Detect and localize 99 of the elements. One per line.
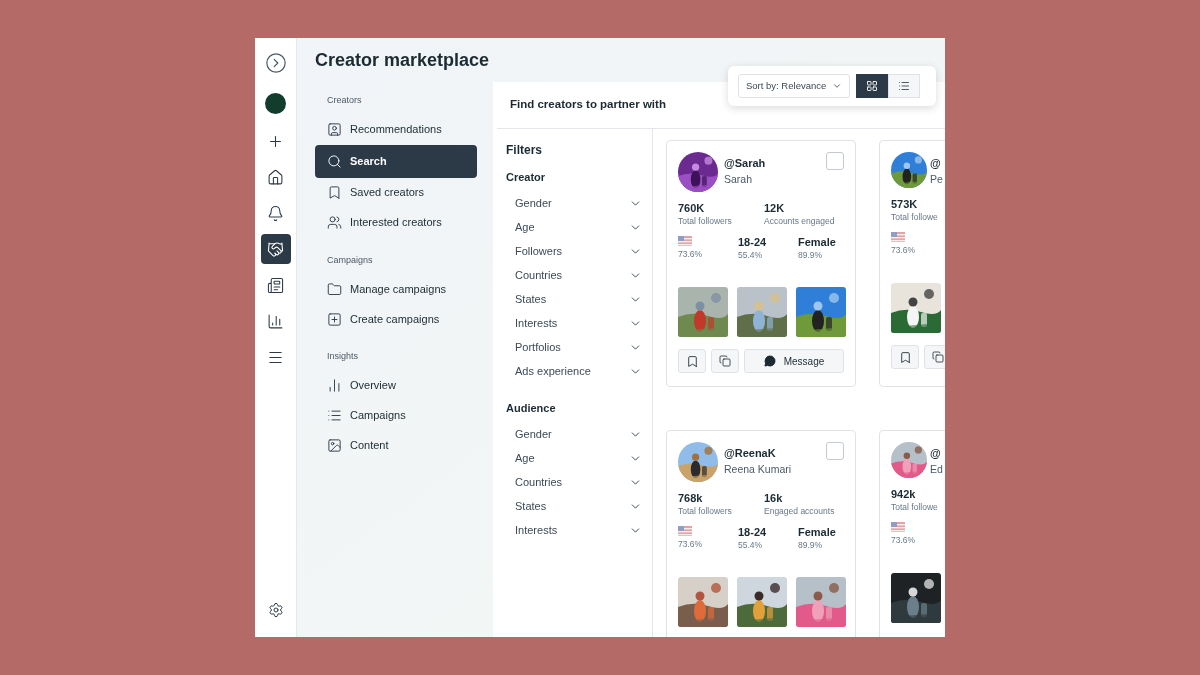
nav-section-heading: Campaigns — [326, 253, 374, 267]
nav-item[interactable]: Create campaigns — [315, 304, 477, 334]
chat-bubble-icon — [763, 355, 776, 368]
nav-section-heading: Insights — [326, 350, 360, 363]
nav-item[interactable]: Recommendations — [315, 114, 477, 145]
copy-icon — [719, 355, 731, 368]
nav-item[interactable]: Campaigns — [315, 400, 477, 431]
filter-dropdown[interactable]: Age — [506, 446, 642, 470]
filter-dropdown[interactable]: Interests — [506, 518, 642, 542]
flag-icon — [678, 236, 692, 247]
bookmark-icon — [898, 350, 912, 364]
bar-chart-icon — [327, 378, 342, 393]
save-button[interactable] — [678, 349, 706, 374]
engaged-label: Accounts engaged — [764, 215, 835, 227]
followers-count: 942k — [891, 488, 917, 502]
grid-view-button[interactable] — [856, 74, 888, 98]
filter-dropdown[interactable]: Interests — [506, 311, 642, 336]
sort-dropdown[interactable]: Sort by: Relevance — [738, 74, 850, 98]
filter-dropdown[interactable]: States — [506, 494, 642, 518]
filter-dropdown[interactable]: Countries — [506, 263, 642, 288]
filter-dropdown[interactable]: States — [506, 287, 642, 312]
creator-name: Ed — [930, 461, 944, 477]
caret-icon — [832, 81, 842, 91]
age-range: 18-24 — [738, 236, 768, 251]
nav-item[interactable]: Interested creators — [315, 207, 477, 238]
newspaper-icon — [267, 276, 284, 294]
contact-card-icon — [327, 122, 342, 137]
engaged-label: Engaged accounts — [764, 505, 835, 517]
followers-count: 760K — [678, 202, 706, 216]
creator-name: Reena Kumari — [724, 461, 793, 477]
creator-name: Sarah — [724, 171, 754, 187]
search-icon — [327, 153, 342, 169]
age-share: 55.4% — [738, 540, 764, 551]
filter-dropdown[interactable]: Gender — [506, 422, 642, 446]
filter-dropdown[interactable]: Age — [506, 215, 642, 240]
select-checkbox[interactable] — [826, 442, 844, 460]
gender-share: 89.9% — [798, 250, 824, 261]
gender: Female — [798, 526, 836, 541]
settings-icon — [267, 602, 284, 618]
nav-item[interactable]: Overview — [315, 370, 477, 401]
rail-button[interactable] — [260, 234, 291, 264]
nav-item[interactable]: Saved creators — [315, 177, 477, 208]
creator-handle[interactable]: @ReenaK — [724, 445, 820, 462]
country-share: 73.6% — [891, 244, 917, 258]
bookmark-icon — [685, 354, 699, 368]
country-share: 73.6% — [678, 538, 704, 552]
filter-group-heading: Creator — [506, 170, 547, 185]
folder-icon — [327, 281, 342, 297]
bell-icon — [267, 204, 284, 222]
panel-title: Find creators to partner with — [510, 97, 666, 113]
filter-dropdown[interactable]: Ads experience — [506, 359, 642, 384]
engaged-count: 12K — [764, 202, 786, 216]
nav-item[interactable]: Content — [315, 430, 477, 461]
home-icon — [267, 168, 284, 186]
followers-label: Total followers — [678, 215, 733, 227]
add-square-icon — [327, 311, 342, 327]
filter-group-heading: Audience — [506, 400, 557, 416]
country-share: 73.6% — [678, 248, 704, 262]
flag-icon — [891, 232, 905, 243]
filter-dropdown[interactable]: Followers — [506, 239, 642, 264]
bar-chart-icon — [267, 312, 284, 330]
filter-dropdown[interactable]: Gender — [506, 191, 642, 216]
flag-icon — [678, 526, 692, 537]
creator-handle[interactable]: @ — [930, 155, 945, 172]
followers-label: Total followers — [678, 505, 733, 517]
gender-share: 89.9% — [798, 540, 824, 551]
select-checkbox[interactable] — [826, 152, 844, 170]
age-range: 18-24 — [738, 526, 768, 541]
filter-dropdown[interactable]: Countries — [506, 470, 642, 494]
handshake-icon — [267, 240, 284, 258]
save-button[interactable] — [891, 345, 919, 370]
nav-item[interactable]: Manage campaigns — [315, 274, 477, 304]
followers-count: 573K — [891, 198, 919, 212]
image-icon — [327, 438, 342, 453]
gender: Female — [798, 236, 836, 251]
creator-handle[interactable]: @ — [930, 445, 945, 462]
page-title: Creator marketplace — [315, 49, 490, 72]
grid-icon — [866, 80, 878, 92]
people-icon — [327, 215, 342, 230]
country-share: 73.6% — [891, 534, 917, 548]
list-icon — [327, 408, 342, 423]
list-icon — [898, 80, 910, 92]
message-button[interactable]: Message — [744, 349, 844, 374]
creator-handle[interactable]: @Sarah — [724, 155, 820, 172]
age-share: 55.4% — [738, 250, 764, 261]
followers-label: Total followe — [891, 211, 939, 223]
account-avatar[interactable] — [265, 93, 286, 114]
filter-dropdown[interactable]: Portfolios — [506, 335, 642, 360]
copy-icon — [932, 351, 944, 364]
engaged-count: 16k — [764, 492, 784, 506]
followers-label: Total followe — [891, 501, 939, 513]
followers-count: 768k — [678, 492, 704, 506]
flag-icon — [891, 522, 905, 533]
nav-section-heading: Creators — [326, 94, 363, 107]
logo-icon[interactable] — [264, 52, 287, 74]
creator-name: Pe — [930, 171, 944, 187]
nav-item[interactable]: Search — [315, 144, 477, 178]
bookmark-icon — [327, 185, 342, 200]
filters-title: Filters — [506, 142, 543, 159]
